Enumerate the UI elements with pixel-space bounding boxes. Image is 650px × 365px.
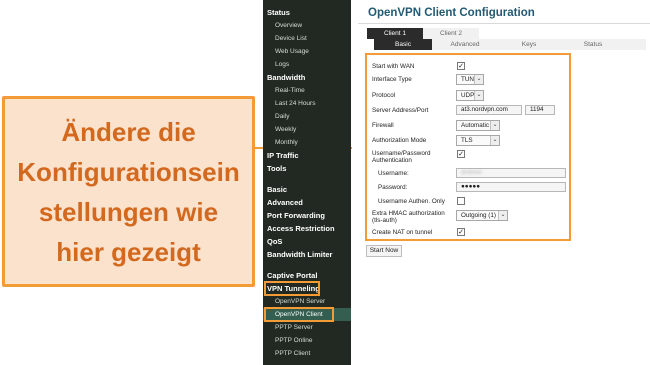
form-row-username-authen-only: Username Authen. Only [367,196,569,208]
sidebar-item-bandwidth-limiter[interactable]: Bandwidth Limiter [263,248,351,261]
sidebar-item-pptp-online[interactable]: PPTP Online [263,334,351,347]
sidebar-item-logs[interactable]: Logs [263,58,351,71]
protocol-select[interactable]: UDP ⌄ [456,90,484,101]
tab-advanced[interactable]: Advanced [436,39,494,50]
create-nat-checkbox[interactable]: ✓ [457,228,465,236]
main-panel: OpenVPN Client Configuration Client 1 Cl… [352,0,650,365]
form-row-password: Password: ●●●●● [367,182,569,194]
firewall-select[interactable]: Automatic ⌄ [456,120,500,131]
chevron-down-icon: ⌄ [474,75,483,84]
username-authen-only-label: Username Authen. Only [378,198,445,205]
sidebar-item-bandwidth[interactable]: Bandwidth [263,71,351,84]
form-row-interface-type: Interface Type TUN ⌄ [367,74,569,86]
extra-hmac-label: Extra HMAC authorization (tls-auth) [372,210,445,224]
start-with-wan-checkbox[interactable]: ✓ [457,62,465,70]
chevron-down-icon: ⌄ [498,211,507,220]
protocol-label: Protocol [372,92,396,99]
username-input[interactable]: andrew [456,168,566,178]
sidebar-item-captive-portal[interactable]: Captive Portal [263,269,351,282]
sidebar-item-qos[interactable]: QoS [263,235,351,248]
sidebar-item-real-time[interactable]: Real-Time [263,84,351,97]
sidebar-item-weekly[interactable]: Weekly [263,123,351,136]
authorization-mode-value: TLS [461,137,473,144]
chevron-down-icon: ⌄ [474,91,483,100]
username-label: Username: [378,170,409,177]
interface-type-label: Interface Type [372,76,412,83]
form-row-protocol: Protocol UDP ⌄ [367,90,569,102]
form-row-server-address: Server Address/Port at3.nordvpn.com 1194 [367,105,569,117]
title-divider [358,23,650,24]
form-row-authorization-mode: Authorization Mode TLS ⌄ [367,135,569,147]
tab-status[interactable]: Status [564,39,622,50]
tab-keys[interactable]: Keys [500,39,558,50]
user-pass-auth-label: Username/Password Authentication [372,150,431,164]
sidebar-item-last-24-hours[interactable]: Last 24 Hours [263,97,351,110]
form-row-start-with-wan: Start with WAN ✓ [367,61,569,73]
page-title: OpenVPN Client Configuration [368,7,535,19]
extra-hmac-value: Outgoing (1) [461,212,497,219]
sidebar-item-pptp-client[interactable]: PPTP Client [263,347,351,360]
form-row-username: Username: andrew [367,168,569,180]
instruction-callout: Ändere die Konfigurationsein stellungen … [2,96,255,287]
firewall-value: Automatic [461,122,489,129]
form-row-extra-hmac: Extra HMAC authorization (tls-auth) Outg… [367,209,569,227]
configuration-form: Start with WAN ✓ Interface Type TUN ⌄ Pr… [365,53,571,241]
form-row-firewall: Firewall Automatic ⌄ [367,120,569,132]
sidebar-item-openvpn-server[interactable]: OpenVPN Server [263,295,351,308]
password-input[interactable]: ●●●●● [456,182,566,192]
sidebar-item-web-usage[interactable]: Web Usage [263,45,351,58]
tab-client-1[interactable]: Client 1 [367,28,423,39]
username-value: andrew [461,169,482,176]
password-label: Password: [378,184,408,191]
protocol-value: UDP [461,92,475,99]
extra-hmac-select[interactable]: Outgoing (1) ⌄ [456,210,508,221]
tab-basic[interactable]: Basic [374,39,432,50]
interface-type-value: TUN [461,76,474,83]
sidebar-item-port-forwarding[interactable]: Port Forwarding [263,209,351,222]
sidebar-item-ip-traffic[interactable]: IP Traffic [263,149,351,162]
sidebar-item-basic[interactable]: Basic [263,183,351,196]
sidebar-item-status[interactable]: Status [263,6,351,19]
server-port-input[interactable]: 1194 [525,105,555,115]
start-now-button[interactable]: Start Now [366,245,402,257]
server-address-label: Server Address/Port [372,107,429,114]
authorization-mode-label: Authorization Mode [372,137,427,144]
start-with-wan-label: Start with WAN [372,63,415,70]
create-nat-label: Create NAT on tunnel [372,229,433,236]
user-pass-auth-checkbox[interactable]: ✓ [457,150,465,158]
sidebar-item-vpn-tunneling[interactable]: VPN Tunneling [263,282,351,295]
sidebar-item-monthly[interactable]: Monthly [263,136,351,149]
sidebar-item-daily[interactable]: Daily [263,110,351,123]
tab-client-2[interactable]: Client 2 [423,28,479,39]
chevron-down-icon: ⌄ [490,121,499,130]
username-authen-only-checkbox[interactable] [457,197,465,205]
sidebar-item-access-restriction[interactable]: Access Restriction [263,222,351,235]
form-row-create-nat: Create NAT on tunnel ✓ [367,227,569,239]
interface-type-select[interactable]: TUN ⌄ [456,74,484,85]
authorization-mode-select[interactable]: TLS ⌄ [456,135,500,146]
sidebar-item-advanced[interactable]: Advanced [263,196,351,209]
sidebar-item-overview[interactable]: Overview [263,19,351,32]
sidebar-item-openvpn-client[interactable]: OpenVPN Client [263,308,351,321]
sidebar-nav: Status Overview Device List Web Usage Lo… [263,0,351,365]
firewall-label: Firewall [372,122,394,129]
chevron-down-icon: ⌄ [490,136,499,145]
callout-text: Ändere die Konfigurationsein stellungen … [17,116,240,267]
sidebar-item-device-list[interactable]: Device List [263,32,351,45]
sub-tab-bar: Basic Advanced Keys Status [374,39,646,50]
sidebar-item-tools[interactable]: Tools [263,162,351,175]
server-address-input[interactable]: at3.nordvpn.com [456,105,522,115]
sidebar-item-pptp-server[interactable]: PPTP Server [263,321,351,334]
form-row-user-pass-auth: Username/Password Authentication ✓ [367,149,569,167]
